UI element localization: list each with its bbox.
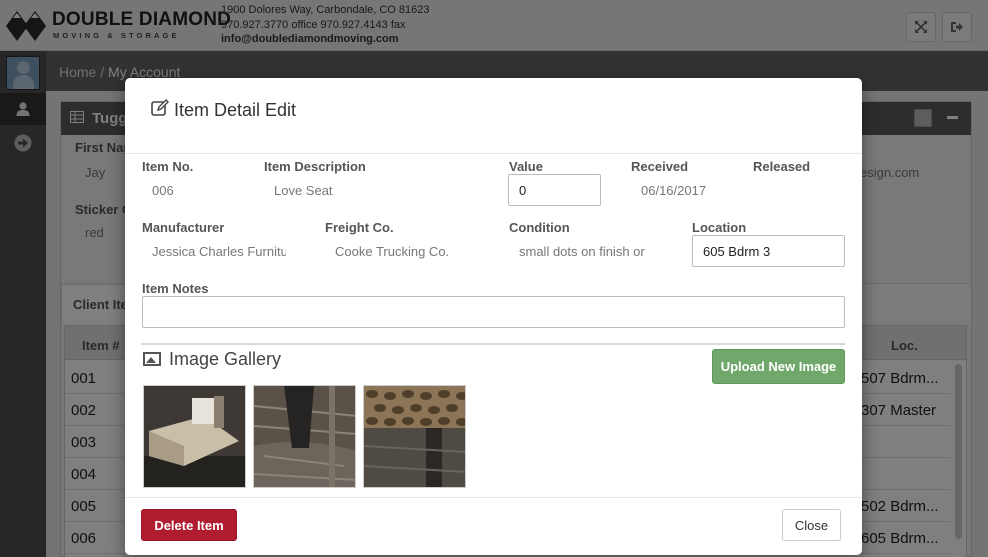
modal-footer: Delete Item Close: [125, 497, 862, 555]
manufacturer-value: Jessica Charles Furniture: [152, 244, 286, 259]
delete-item-button[interactable]: Delete Item: [141, 509, 237, 541]
upload-image-button[interactable]: Upload New Image: [712, 349, 845, 384]
manufacturer-label: Manufacturer: [142, 220, 225, 235]
received-value: 06/16/2017: [641, 183, 707, 198]
value-label: Value: [509, 159, 543, 174]
item-no-label: Item No.: [142, 159, 194, 174]
location-label: Location: [692, 220, 747, 235]
item-no-value: 006: [152, 183, 174, 198]
condition-label: Condition: [509, 220, 570, 235]
gallery-thumbnail[interactable]: [363, 385, 466, 488]
fabric-detail-photo-icon: [364, 386, 465, 487]
gallery-thumbnail[interactable]: [253, 385, 356, 488]
gallery-title: Image Gallery: [169, 349, 282, 369]
loveseat-photo-icon: [144, 386, 245, 487]
divider: [141, 343, 845, 345]
freight-value: Cooke Trucking Co.: [335, 244, 450, 259]
description-label: Item Description: [264, 159, 366, 174]
modal-title: Item Detail Edit: [174, 100, 297, 120]
leg-closeup-photo-icon: [254, 386, 355, 487]
condition-value: small dots on finish or: [519, 244, 645, 259]
notes-input[interactable]: [142, 296, 845, 328]
close-button[interactable]: Close: [782, 509, 841, 541]
freight-label: Freight Co.: [325, 220, 394, 235]
gallery-thumbnail[interactable]: [143, 385, 246, 488]
item-detail-modal: Item Detail Edit Item No. 006 Item Descr…: [125, 78, 862, 555]
edit-icon: [151, 99, 169, 122]
image-icon: [143, 352, 161, 366]
received-label: Received: [631, 159, 689, 174]
gallery-heading: Image Gallery: [143, 349, 281, 370]
released-label: Released: [753, 159, 811, 174]
value-input[interactable]: [508, 174, 601, 206]
modal-header: Item Detail Edit: [125, 78, 862, 154]
notes-label: Item Notes: [142, 281, 209, 296]
description-value: Love Seat: [274, 183, 333, 198]
location-input[interactable]: [692, 235, 845, 267]
